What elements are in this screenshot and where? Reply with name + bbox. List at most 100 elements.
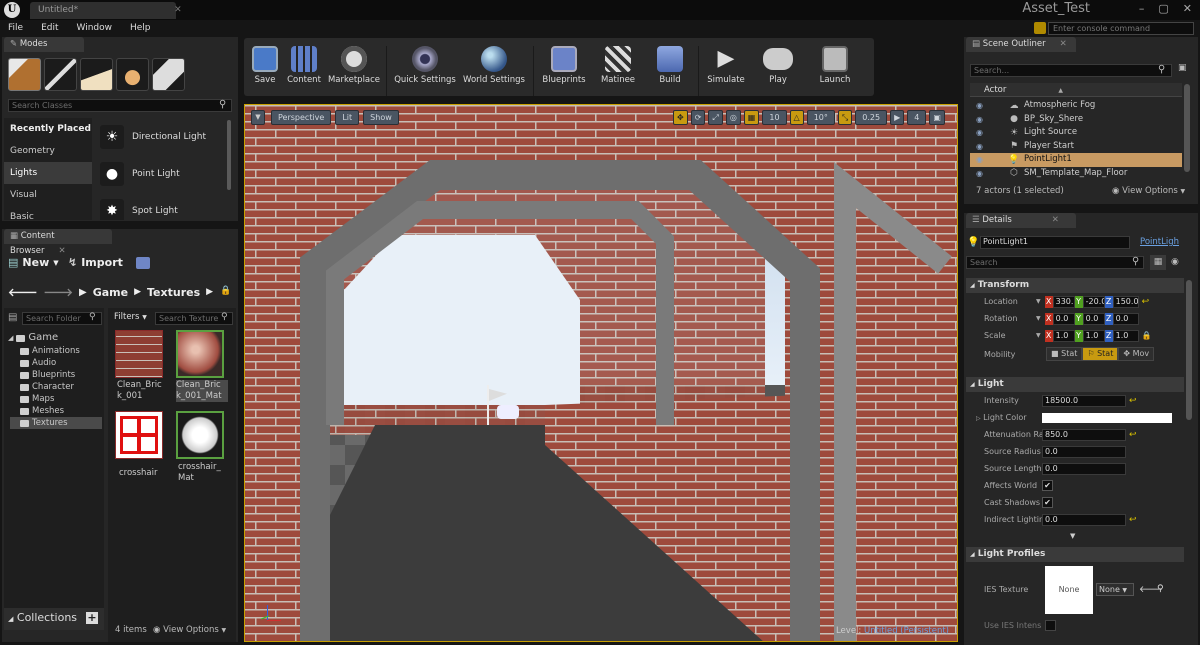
matinee-button[interactable]: Matinee [590, 46, 646, 85]
reset-icon[interactable]: ↩ [1129, 430, 1137, 440]
scale-snap-icon[interactable]: ⤡ [837, 110, 853, 125]
foliage-mode-icon[interactable] [116, 58, 149, 91]
quick-settings-button[interactable]: Quick Settings [391, 46, 459, 85]
rotation-z-field[interactable]: 0.0 [1112, 312, 1139, 325]
grid-snap-value[interactable]: 10 [762, 110, 787, 125]
attenuation-field[interactable]: 850.0 [1042, 428, 1126, 441]
close-icon[interactable]: ✕ [58, 246, 65, 256]
add-collection-button[interactable]: + [86, 612, 98, 624]
content-button[interactable]: Content [282, 46, 326, 85]
reset-icon[interactable]: ↩ [1142, 297, 1150, 307]
rotation-x-field[interactable]: 0.0 [1052, 312, 1075, 325]
modes-tab[interactable]: ✎ Modes [4, 37, 84, 52]
world-settings-button[interactable]: World Settings [459, 46, 529, 85]
point-light-gizmo[interactable] [481, 381, 521, 427]
outliner-row-atmospheric-fog[interactable]: ◉ ☁ Atmospheric Fog [970, 99, 1182, 113]
light-profiles-section-header[interactable]: ◢ Light Profiles [966, 547, 1184, 562]
visibility-eye-icon[interactable]: ◉ [976, 167, 988, 181]
lock-icon[interactable]: 🔒 [220, 286, 231, 296]
mobility-movable-button[interactable]: ✥ Mov [1118, 347, 1155, 361]
folder-meshes[interactable]: Meshes [20, 405, 102, 417]
asset-thumbnail-crosshair-mat[interactable] [176, 411, 224, 459]
world-icon[interactable]: ◎ [725, 110, 741, 125]
category-visual[interactable]: Visual [4, 184, 92, 206]
mobility-stationary-button[interactable]: ⚐ Stat [1082, 347, 1119, 361]
marketplace-button[interactable]: Marketplace [326, 46, 382, 85]
actor-name-field[interactable]: PointLight1 [980, 236, 1130, 249]
outliner-row-bp-sky-shere[interactable]: ◉ ● BP_Sky_Shere [970, 113, 1182, 127]
outliner-row-sm-template-map-floor[interactable]: ◉ ⬡ SM_Template_Map_Floor [970, 167, 1182, 181]
import-button[interactable]: ↯ Import [68, 256, 123, 269]
item-point-light[interactable]: ● Point Light [92, 155, 226, 192]
blueprints-button[interactable]: Blueprints [538, 46, 590, 85]
scale-y-field[interactable]: 1.0 [1082, 329, 1105, 342]
lit-button[interactable]: Lit [335, 110, 360, 125]
folder-animations[interactable]: Animations [20, 345, 102, 357]
item-directional-light[interactable]: ☀ Directional Light [92, 118, 226, 155]
asset-thumbnail-clean-brick[interactable] [115, 330, 163, 378]
light-section-header[interactable]: ◢ Light [966, 377, 1184, 392]
rotate-icon[interactable]: ⟳ [690, 110, 706, 125]
simulate-button[interactable]: ▶ Simulate [703, 46, 749, 85]
folder-textures[interactable]: Textures [10, 417, 102, 429]
affects-world-checkbox[interactable]: ✔ [1042, 480, 1053, 491]
menu-file[interactable]: File [8, 20, 23, 36]
folder-audio[interactable]: Audio [20, 357, 102, 369]
expand-advanced-icon[interactable]: ▼ [1070, 532, 1075, 540]
back-icon[interactable]: 🡐 [8, 285, 38, 299]
camera-speed-icon[interactable]: ▶ [890, 110, 905, 125]
rotation-snap-value[interactable]: 10° [806, 110, 835, 125]
maximize-viewport-icon[interactable]: ▣ [929, 110, 945, 125]
light-color-swatch[interactable] [1042, 412, 1172, 423]
scale-x-field[interactable]: 1.0 [1052, 329, 1075, 342]
visibility-eye-icon[interactable]: ◉ [976, 126, 988, 140]
source-radius-field[interactable]: 0.0 [1042, 445, 1126, 458]
play-button[interactable]: Play [749, 46, 807, 85]
filters-button[interactable]: Filters ▼ [114, 312, 147, 322]
save-button[interactable]: Save [248, 46, 282, 85]
outliner-scrollbar[interactable] [1184, 84, 1190, 172]
folder-maps[interactable]: Maps [20, 393, 102, 405]
menu-edit[interactable]: Edit [41, 20, 58, 36]
save-all-icon[interactable] [136, 257, 150, 269]
outliner-column-header[interactable]: Actor ▲ [970, 83, 1182, 97]
use-ies-checkbox[interactable] [1045, 620, 1056, 631]
eye-icon[interactable]: ◉ [1171, 257, 1179, 267]
translate-icon[interactable]: ✥ [673, 110, 688, 125]
sources-toggle-icon[interactable]: ▤ [8, 312, 17, 323]
minimize-button[interactable]: – [1139, 2, 1145, 15]
folder-blueprints[interactable]: Blueprints [20, 369, 102, 381]
console-input[interactable]: Enter console command [1048, 22, 1194, 35]
level-name[interactable]: Untitled (Persistent) [864, 626, 949, 636]
visibility-eye-icon[interactable]: ◉ [976, 113, 988, 127]
build-button[interactable]: Build [646, 46, 694, 85]
outliner-settings-icon[interactable]: ▣ [1178, 63, 1187, 73]
details-search-input[interactable]: Search [966, 256, 1144, 269]
transform-section-header[interactable]: ◢ Transform [966, 278, 1184, 293]
close-icon[interactable]: ✕ [1060, 39, 1067, 49]
indirect-field[interactable]: 0.0 [1042, 513, 1126, 526]
visibility-eye-icon[interactable]: ◉ [976, 140, 988, 154]
forward-icon[interactable]: 🡒 [44, 285, 74, 299]
viewport-options-button[interactable]: ▼ [251, 110, 265, 125]
actor-class-link[interactable]: PointLigh [1140, 237, 1196, 247]
scale-icon[interactable]: ⤢ [708, 110, 723, 125]
grid-snap-icon[interactable]: ▦ [743, 110, 760, 125]
cast-shadows-checkbox[interactable]: ✔ [1042, 497, 1053, 508]
outliner-row-pointlight1[interactable]: ◉ 💡 PointLight1 [970, 153, 1182, 167]
notification-badge-icon[interactable] [1034, 22, 1046, 34]
rotation-y-field[interactable]: 0.0 [1082, 312, 1105, 325]
outliner-row-light-source[interactable]: ◉ ☀ Light Source [970, 126, 1182, 140]
location-y-field[interactable]: -20.0 [1082, 295, 1105, 308]
asset-thumbnail-crosshair[interactable] [115, 411, 163, 459]
place-mode-icon[interactable] [8, 58, 41, 91]
scale-z-field[interactable]: 1.0 [1112, 329, 1139, 342]
geometry-mode-icon[interactable] [152, 58, 185, 91]
location-x-field[interactable]: 330.0 [1052, 295, 1075, 308]
tree-root-game[interactable]: ◢ Game [8, 331, 102, 345]
lock-icon[interactable]: 🔒 [1142, 331, 1152, 340]
collections-toggle[interactable]: ◢ Collections [8, 611, 77, 624]
property-matrix-icon[interactable]: ▦ [1150, 255, 1166, 270]
show-button[interactable]: Show [363, 110, 399, 125]
launch-button[interactable]: Launch [807, 46, 863, 85]
